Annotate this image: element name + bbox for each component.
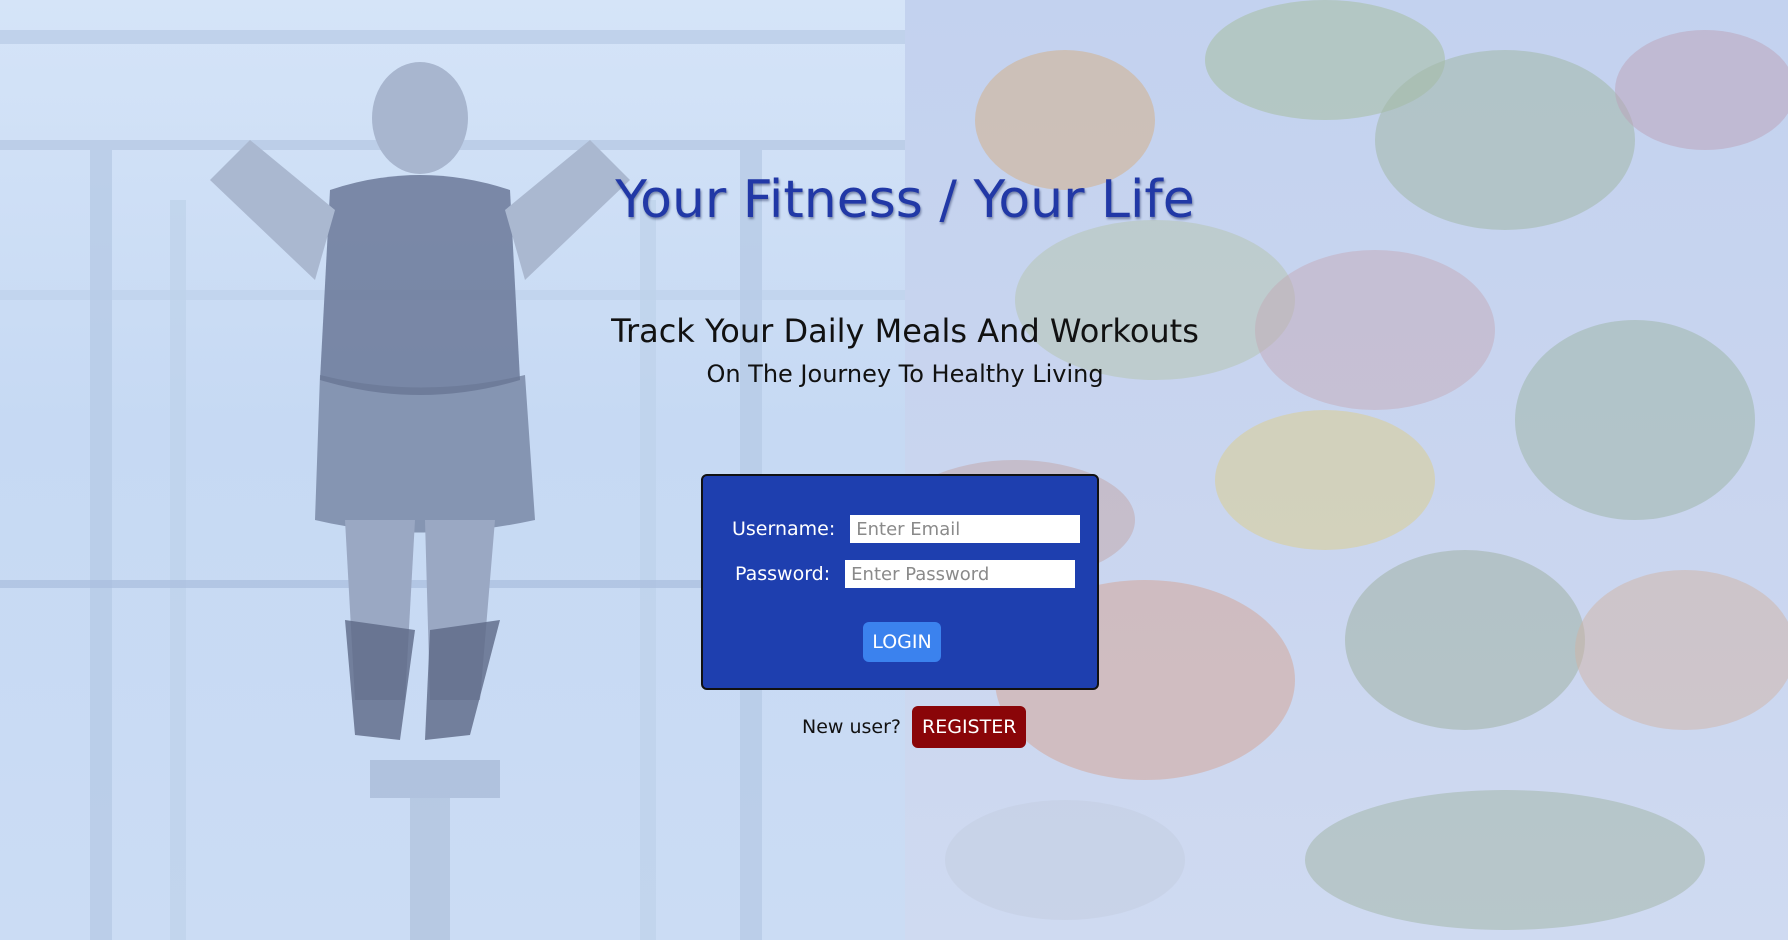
register-button[interactable]: REGISTER <box>912 706 1027 748</box>
register-row: New user? REGISTER <box>802 706 1027 748</box>
page-tagline: On The Journey To Healthy Living <box>706 360 1104 388</box>
page-subtitle: Track Your Daily Meals And Workouts <box>611 312 1199 350</box>
username-row: Username: <box>732 515 1081 543</box>
password-input[interactable] <box>845 560 1076 588</box>
landing-content: Your Fitness / Your Life Track Your Dail… <box>0 0 1788 940</box>
login-form: Username: Password: LOGIN <box>701 474 1099 690</box>
page-title: Your Fitness / Your Life <box>615 170 1195 230</box>
password-row: Password: <box>735 560 1076 588</box>
username-input[interactable] <box>850 515 1081 543</box>
password-label: Password: <box>735 563 831 585</box>
new-user-prompt: New user? <box>802 716 902 738</box>
login-button[interactable]: LOGIN <box>863 622 941 662</box>
username-label: Username: <box>732 518 836 540</box>
